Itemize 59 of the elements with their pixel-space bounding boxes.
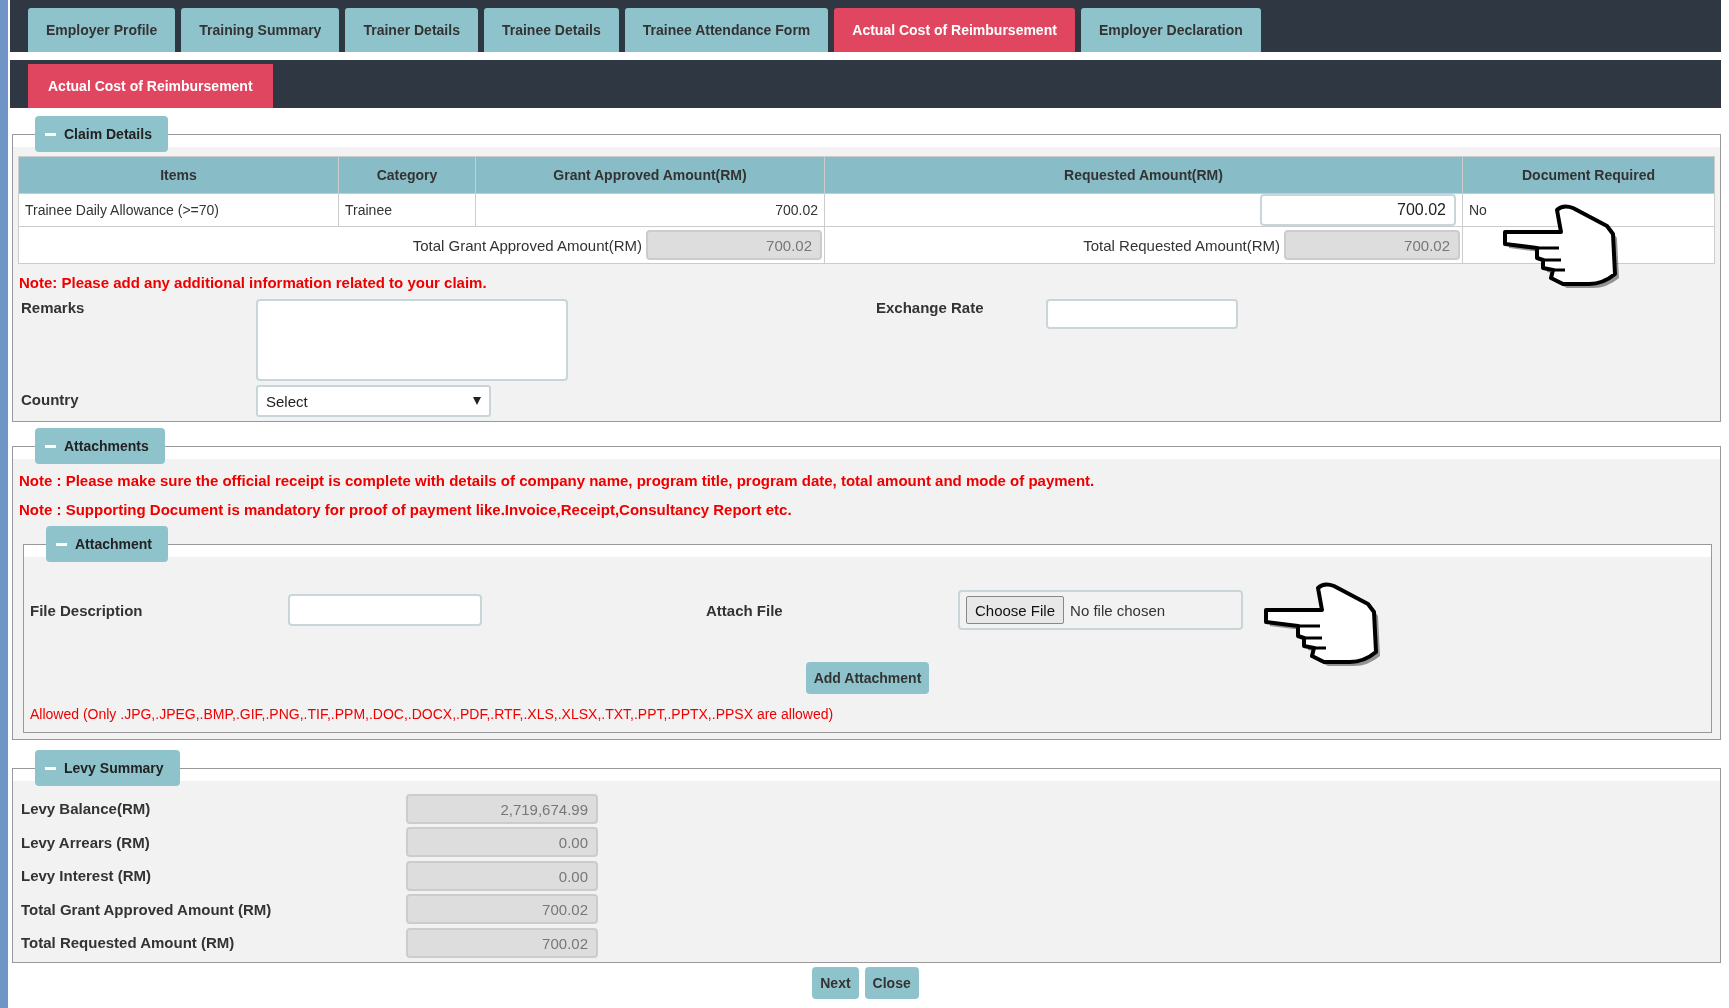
tab[interactable]: Trainer Details <box>345 8 478 52</box>
exchange-rate-label: Exchange Rate <box>876 299 985 316</box>
levy-label: Levy Balance(RM) <box>21 800 152 818</box>
exchange-rate-field[interactable] <box>1046 299 1238 329</box>
file-status-text: No file chosen <box>1070 601 1166 619</box>
remarks-label: Remarks <box>21 299 86 316</box>
note-text: Note : Please make sure the official receipt is complete with details of company name, program title, program date, total amount and mode of payment. <box>18 471 1096 491</box>
file-description-field[interactable] <box>288 594 482 626</box>
levy-summary-legend[interactable]: Levy Summary <box>35 750 180 786</box>
note-text: Note : Supporting Document is mandatory for proof of payment like.Invoice,Receipt,Consultancy Report etc. <box>18 500 793 520</box>
collapse-icon <box>45 132 56 136</box>
footer-button[interactable]: Close <box>864 966 919 999</box>
levy-label: Levy Arrears (RM) <box>21 833 151 851</box>
tab[interactable]: Training Summary <box>181 8 340 52</box>
allowed-types-text: Allowed (Only .JPG,.JPEG,.BMP,.GIF,.PNG,.TIF,.PPM,.DOC,.DOCX,.PDF,.RTF,.XLS,.XLSX,.TXT,.PPT,.PPTX,.PPSX are allowed) <box>29 705 835 724</box>
tab[interactable]: Actual Cost of Reimbursement <box>834 8 1075 52</box>
remarks-field[interactable] <box>256 299 568 381</box>
collapse-icon <box>45 444 56 448</box>
levy-label: Total Grant Approved Amount (RM) <box>21 900 273 918</box>
levy-label: Total Requested Amount (RM) <box>21 934 236 952</box>
section-tab[interactable]: Actual Cost of Reimbursement <box>28 64 273 108</box>
levy-value-field: 0.00 <box>406 860 598 891</box>
levy-value-field: 0.00 <box>406 827 598 858</box>
column-header: Requested Amount(RM) <box>824 156 1463 194</box>
table-cell: Trainee Daily Allowance (>=70) <box>18 193 339 227</box>
attachment-legend[interactable]: Attachment <box>46 526 168 562</box>
total-grant-field: 700.02 <box>646 230 822 260</box>
column-header: Category <box>338 156 476 194</box>
total-grant-label: Total Grant Approved Amount(RM) <box>412 236 642 254</box>
column-header: Document Required <box>1462 156 1715 194</box>
total-requested-label: Total Requested Amount(RM) <box>1083 236 1280 254</box>
collapse-icon <box>45 766 56 770</box>
note-text: Note: Please add any additional information related to your claim. <box>18 273 488 293</box>
levy-label: Levy Interest (RM) <box>21 867 153 885</box>
file-description-label: File Description <box>30 601 144 619</box>
table-cell: 700.02 <box>475 193 825 227</box>
tab[interactable]: Employer Profile <box>28 8 176 52</box>
column-header: Items <box>18 156 339 194</box>
attach-file-label: Attach File <box>706 601 784 619</box>
footer-button[interactable]: Next <box>812 966 859 999</box>
table-cell: Trainee <box>338 193 476 227</box>
tab[interactable]: Employer Declaration <box>1080 8 1261 52</box>
choose-file-button[interactable]: Choose File <box>966 596 1065 624</box>
tab[interactable]: Trainee Details <box>483 8 619 52</box>
file-input[interactable]: Choose File No file chosen <box>958 590 1243 630</box>
levy-value-field: 2,719,674.99 <box>406 793 598 824</box>
requested-amount-field[interactable]: 700.02 <box>1260 194 1456 226</box>
tab[interactable]: Trainee Attendance Form <box>624 8 829 52</box>
collapse-icon <box>56 542 67 546</box>
total-requested-field: 700.02 <box>1284 230 1460 260</box>
attachments-legend[interactable]: Attachments <box>35 428 165 464</box>
caret-icon <box>473 397 481 405</box>
claim-details-legend[interactable]: Claim Details <box>35 116 168 152</box>
country-select[interactable]: Select <box>256 385 491 417</box>
country-label: Country <box>21 390 80 408</box>
add-attachment-button[interactable]: Add Attachment <box>805 662 930 694</box>
levy-value-field: 700.02 <box>406 894 598 925</box>
levy-value-field: 700.02 <box>406 927 598 958</box>
column-header: Grant Approved Amount(RM) <box>475 156 825 194</box>
